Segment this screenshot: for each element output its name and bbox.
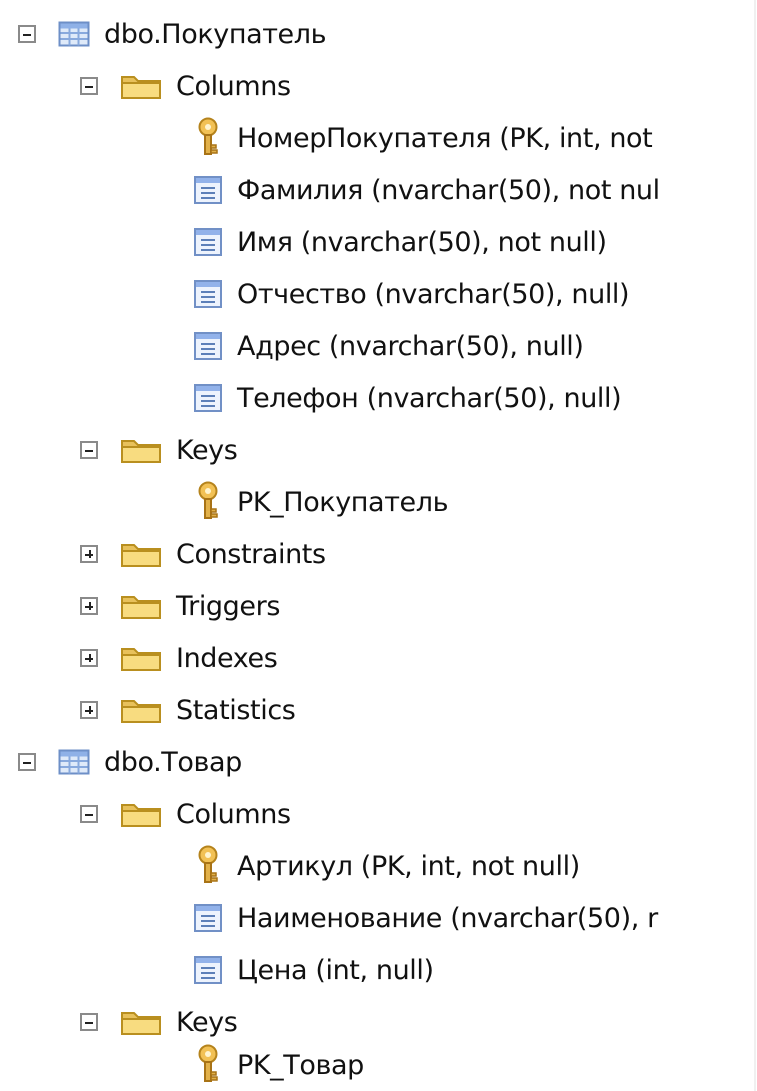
column-icon [193,903,223,933]
tree-node-label: Адрес (nvarchar(50), null) [237,330,584,362]
tree-edge [754,0,756,1091]
tree-node-folder-indexes[interactable]: Indexes [80,632,278,684]
expand-toggle[interactable] [80,597,98,615]
folder-icon [120,591,162,621]
key-icon [193,845,223,887]
folder-icon [120,1007,162,1037]
folder-icon [120,799,162,829]
table-icon [58,748,90,776]
key-icon [193,481,223,523]
folder-icon [120,695,162,725]
tree-node-label: Columns [176,70,291,102]
tree-node-label: Артикул (PK, int, not null) [237,850,580,882]
tree-node-label: dbo.Покупатель [104,18,327,50]
tree-node-label: Keys [176,434,238,466]
column-icon [193,955,223,985]
expand-toggle[interactable] [80,545,98,563]
tree-node-label: Indexes [176,642,278,674]
column-icon [193,175,223,205]
tree-node-table-customer[interactable]: dbo.Покупатель [18,8,327,60]
column-icon [193,279,223,309]
folder-icon [120,539,162,569]
tree-node-label: Triggers [176,590,280,622]
tree-node-label: dbo.Товар [104,746,242,778]
tree-node-folder-triggers[interactable]: Triggers [80,580,280,632]
table-icon [58,20,90,48]
tree-node-column[interactable]: Отчество (nvarchar(50), null) [193,268,630,320]
folder-icon [120,643,162,673]
tree-node-label: Отчество (nvarchar(50), null) [237,278,630,310]
collapse-toggle[interactable] [80,1013,98,1031]
tree-node-label: Имя (nvarchar(50), not null) [237,226,607,258]
tree-node-label: Фамилия (nvarchar(50), not nul [237,174,660,206]
collapse-toggle[interactable] [18,753,36,771]
expand-toggle[interactable] [80,701,98,719]
tree-node-label: Statistics [176,694,296,726]
tree-node-folder-columns[interactable]: Columns [80,60,291,112]
tree-node-folder-keys[interactable]: Keys [80,424,238,476]
key-icon [193,117,223,159]
tree-node-column-key[interactable]: НомерПокупателя (PK, int, not [193,112,653,164]
column-icon [193,227,223,257]
tree-node-column-key[interactable]: Артикул (PK, int, not null) [193,840,580,892]
key-icon [193,1044,223,1086]
folder-icon [120,71,162,101]
tree-node-label: PK_Покупатель [237,486,449,518]
folder-icon [120,435,162,465]
tree-node-column[interactable]: Имя (nvarchar(50), not null) [193,216,607,268]
collapse-toggle[interactable] [18,25,36,43]
tree-node-label: НомерПокупателя (PK, int, not [237,122,653,154]
column-icon [193,331,223,361]
collapse-toggle[interactable] [80,77,98,95]
tree-node-column[interactable]: Цена (int, null) [193,944,434,996]
tree-node-label: PK_Товар [237,1049,364,1081]
tree-node-column[interactable]: Фамилия (nvarchar(50), not nul [193,164,660,216]
expand-toggle[interactable] [80,649,98,667]
tree-node-label: Наименование (nvarchar(50), r [237,902,658,934]
tree-node-column[interactable]: Адрес (nvarchar(50), null) [193,320,584,372]
tree-node-folder-constraints[interactable]: Constraints [80,528,326,580]
tree-node-label: Columns [176,798,291,830]
column-icon [193,383,223,413]
tree-node-column[interactable]: Телефон (nvarchar(50), null) [193,372,622,424]
object-explorer-tree: dbo.Покупатель Columns НомерПокупателя (… [0,0,757,1091]
tree-node-column[interactable]: Наименование (nvarchar(50), r [193,892,658,944]
tree-node-label: Constraints [176,538,326,570]
collapse-toggle[interactable] [80,805,98,823]
tree-node-folder-statistics[interactable]: Statistics [80,684,296,736]
tree-node-folder-columns[interactable]: Columns [80,788,291,840]
tree-node-key[interactable]: PK_Покупатель [193,476,449,528]
tree-node-label: Keys [176,1006,238,1038]
collapse-toggle[interactable] [80,441,98,459]
tree-node-table-product[interactable]: dbo.Товар [18,736,242,788]
tree-node-key[interactable]: PK_Товар [193,1039,364,1091]
tree-node-label: Цена (int, null) [237,954,434,986]
tree-node-label: Телефон (nvarchar(50), null) [237,382,622,414]
